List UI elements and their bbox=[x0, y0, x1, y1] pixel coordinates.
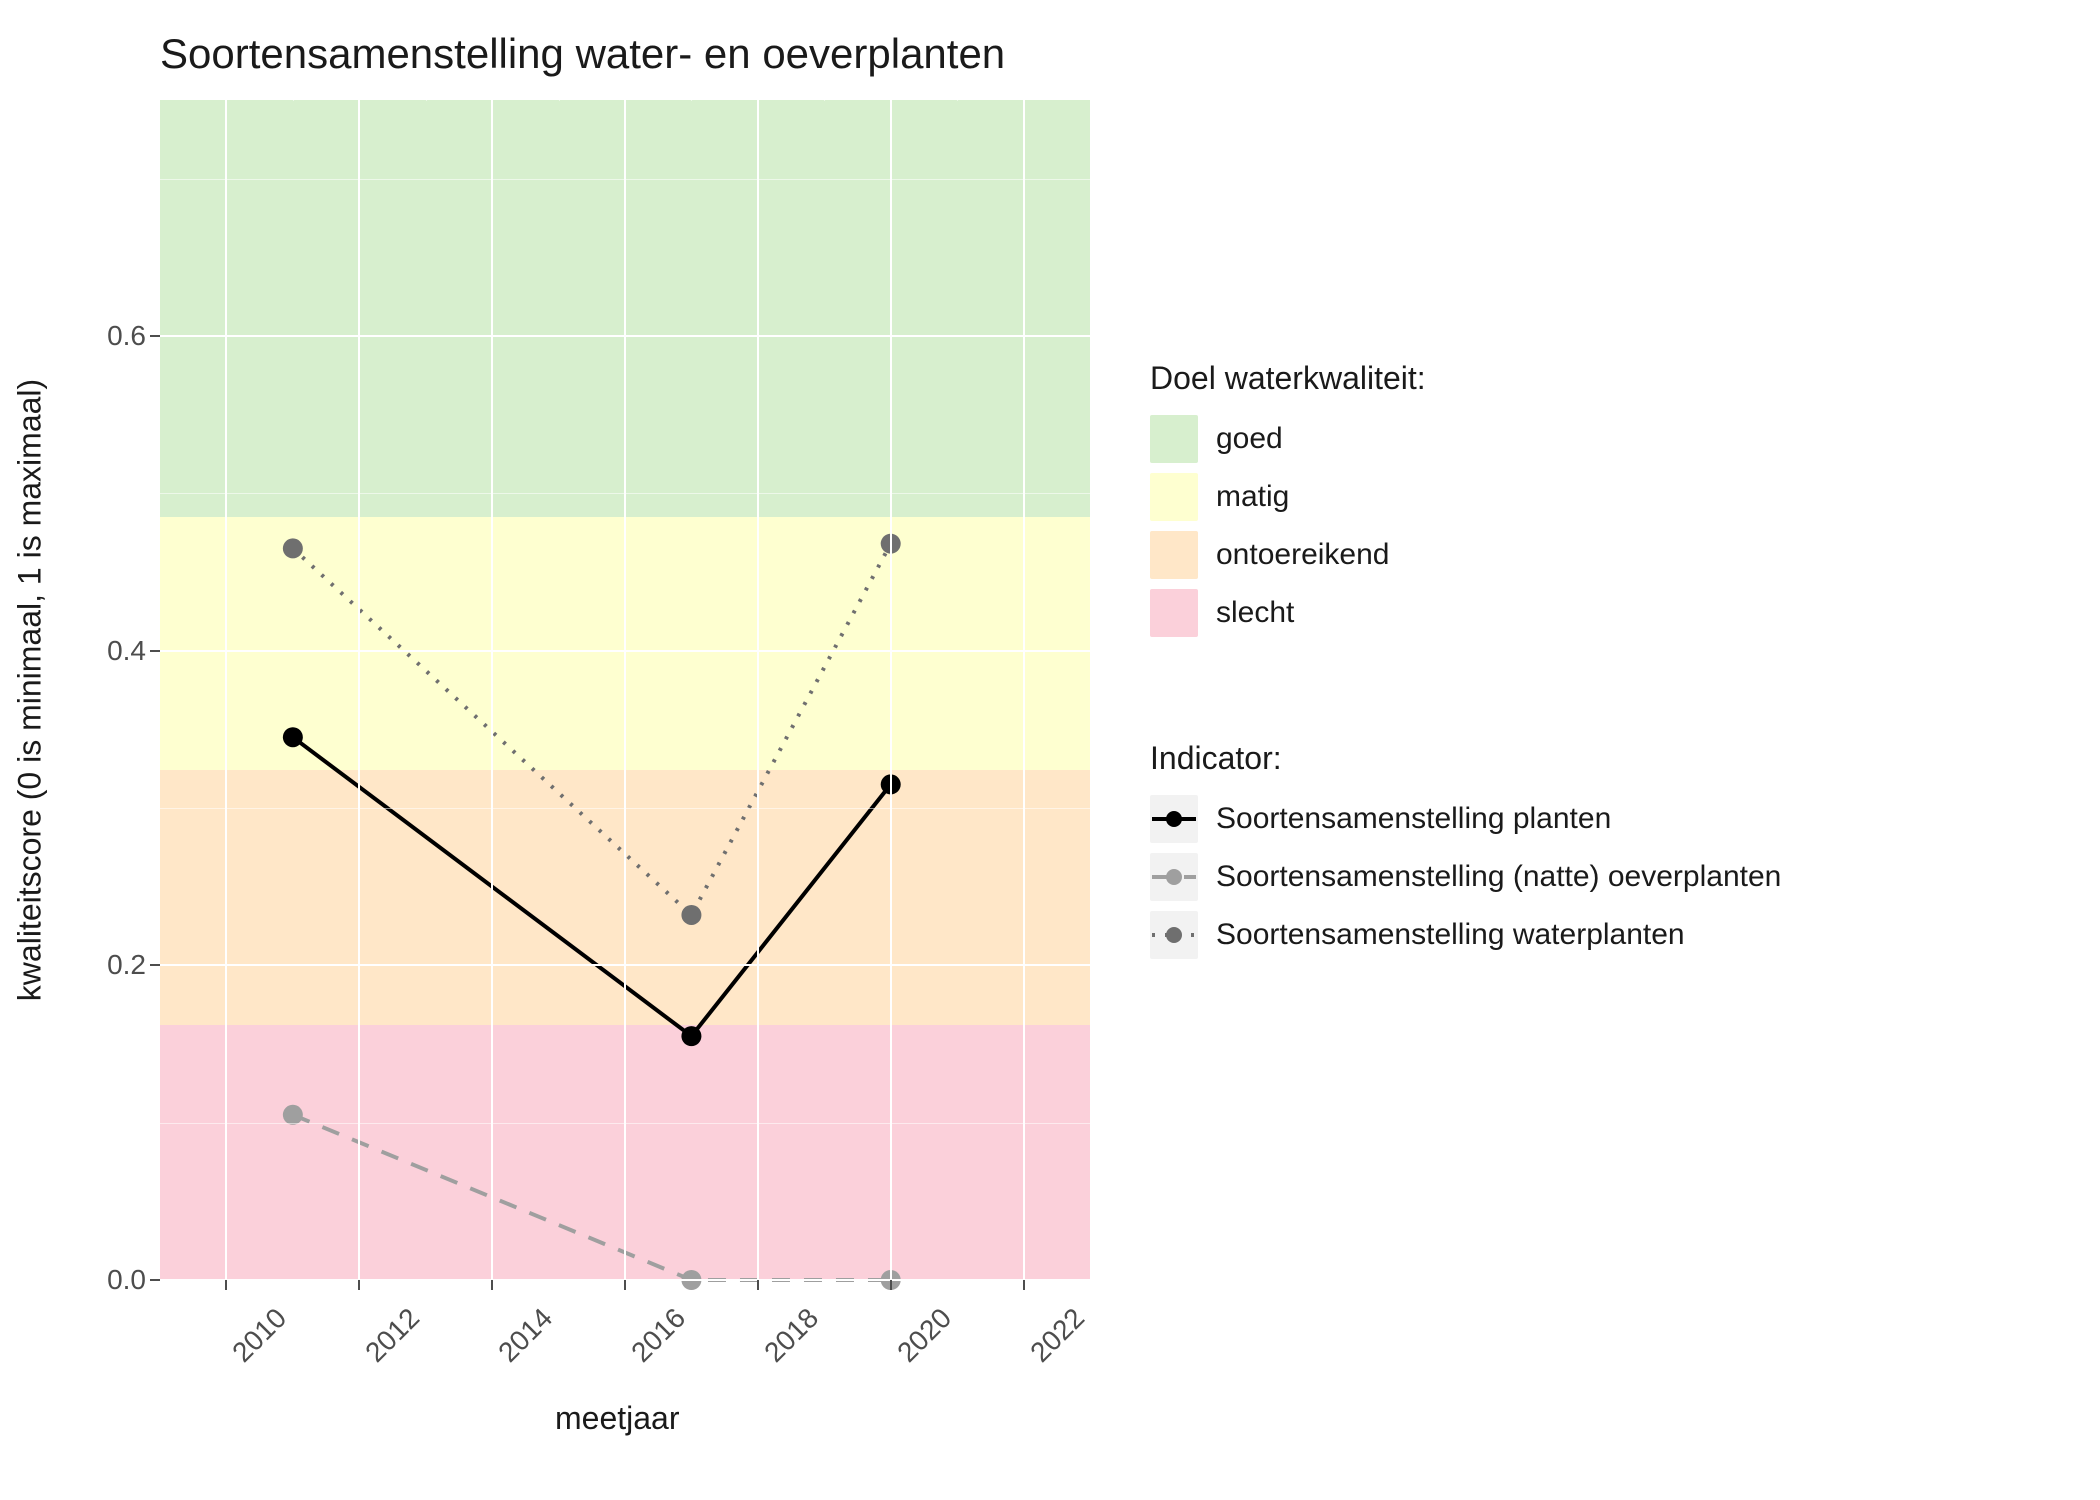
gridline-v bbox=[1023, 100, 1025, 1280]
legend-bands-title: Doel waterkwaliteit: bbox=[1150, 360, 1426, 397]
legend-swatch bbox=[1150, 911, 1198, 959]
legend-label: slecht bbox=[1216, 596, 1294, 630]
x-tick-label: 2016 bbox=[625, 1302, 692, 1369]
y-tick-label: 0.0 bbox=[107, 1264, 146, 1296]
gridline-v bbox=[225, 100, 227, 1280]
legend-label: matig bbox=[1216, 480, 1289, 514]
legend-band-item: ontoereikend bbox=[1150, 531, 1426, 579]
gridline-v bbox=[624, 100, 626, 1280]
data-point bbox=[681, 905, 701, 925]
legend-swatch bbox=[1150, 853, 1198, 901]
legend-swatch bbox=[1150, 589, 1198, 637]
gridline-v-minor bbox=[957, 100, 958, 101]
x-tick-mark bbox=[491, 1280, 493, 1290]
x-tick-mark bbox=[757, 1280, 759, 1290]
y-tick-mark bbox=[150, 1279, 160, 1281]
y-tick-label: 0.6 bbox=[107, 320, 146, 352]
x-tick-label: 2020 bbox=[891, 1302, 958, 1369]
data-point bbox=[283, 727, 303, 747]
plot-area: 0.00.20.40.62010201220142016201820202022 bbox=[160, 100, 1090, 1280]
legend-band-item: goed bbox=[1150, 415, 1426, 463]
x-tick-label: 2014 bbox=[492, 1302, 559, 1369]
gridline-v-minor bbox=[426, 100, 427, 101]
legend-label: ontoereikend bbox=[1216, 538, 1389, 572]
legend-series: Indicator: Soortensamenstelling planten S… bbox=[1150, 740, 1781, 969]
x-tick-mark bbox=[358, 1280, 360, 1290]
x-tick-mark bbox=[1023, 1280, 1025, 1290]
gridline-v bbox=[890, 100, 892, 1280]
legend-swatch bbox=[1150, 415, 1198, 463]
x-tick-mark bbox=[624, 1280, 626, 1290]
legend-series-item: Soortensamenstelling (natte) oeverplante… bbox=[1150, 853, 1781, 901]
x-tick-label: 2022 bbox=[1024, 1302, 1091, 1369]
legend-label: Soortensamenstelling waterplanten bbox=[1216, 918, 1685, 952]
x-axis-label: meetjaar bbox=[555, 1400, 680, 1437]
legend-label: Soortensamenstelling (natte) oeverplante… bbox=[1216, 860, 1781, 894]
legend-series-item: Soortensamenstelling waterplanten bbox=[1150, 911, 1781, 959]
legend-bands: Doel waterkwaliteit: goed matig ontoereike… bbox=[1150, 360, 1426, 647]
gridline-v-minor bbox=[559, 100, 560, 101]
legend-label: goed bbox=[1216, 422, 1283, 456]
x-tick-label: 2012 bbox=[360, 1302, 427, 1369]
x-tick-label: 2010 bbox=[227, 1302, 294, 1369]
x-tick-mark bbox=[890, 1280, 892, 1290]
data-point bbox=[283, 538, 303, 558]
legend-band-item: slecht bbox=[1150, 589, 1426, 637]
y-tick-mark bbox=[150, 335, 160, 337]
legend-swatch bbox=[1150, 531, 1198, 579]
series-line bbox=[293, 737, 891, 1036]
series-line bbox=[293, 544, 891, 915]
x-tick-label: 2018 bbox=[758, 1302, 825, 1369]
chart-container: Soortensamenstelling water- en oeverplan… bbox=[0, 0, 2100, 1500]
x-tick-mark bbox=[225, 1280, 227, 1290]
y-tick-label: 0.4 bbox=[107, 635, 146, 667]
gridline-v bbox=[757, 100, 759, 1280]
legend-swatch bbox=[1150, 795, 1198, 843]
legend-series-item: Soortensamenstelling planten bbox=[1150, 795, 1781, 843]
y-axis-label: kwaliteitscore (0 is minimaal, 1 is maxi… bbox=[12, 379, 49, 1001]
legend-band-item: matig bbox=[1150, 473, 1426, 521]
y-tick-mark bbox=[150, 964, 160, 966]
gridline-v bbox=[491, 100, 493, 1280]
legend-swatch bbox=[1150, 473, 1198, 521]
gridline-v-minor bbox=[824, 100, 825, 101]
gridline-v-minor bbox=[293, 100, 294, 101]
legend-label: Soortensamenstelling planten bbox=[1216, 802, 1611, 836]
legend-series-title: Indicator: bbox=[1150, 740, 1781, 777]
gridline-v-minor bbox=[691, 100, 692, 101]
y-tick-mark bbox=[150, 650, 160, 652]
series-line bbox=[293, 1115, 891, 1280]
gridline-v bbox=[358, 100, 360, 1280]
chart-title: Soortensamenstelling water- en oeverplan… bbox=[160, 30, 1005, 78]
data-point bbox=[681, 1026, 701, 1046]
y-tick-label: 0.2 bbox=[107, 949, 146, 981]
